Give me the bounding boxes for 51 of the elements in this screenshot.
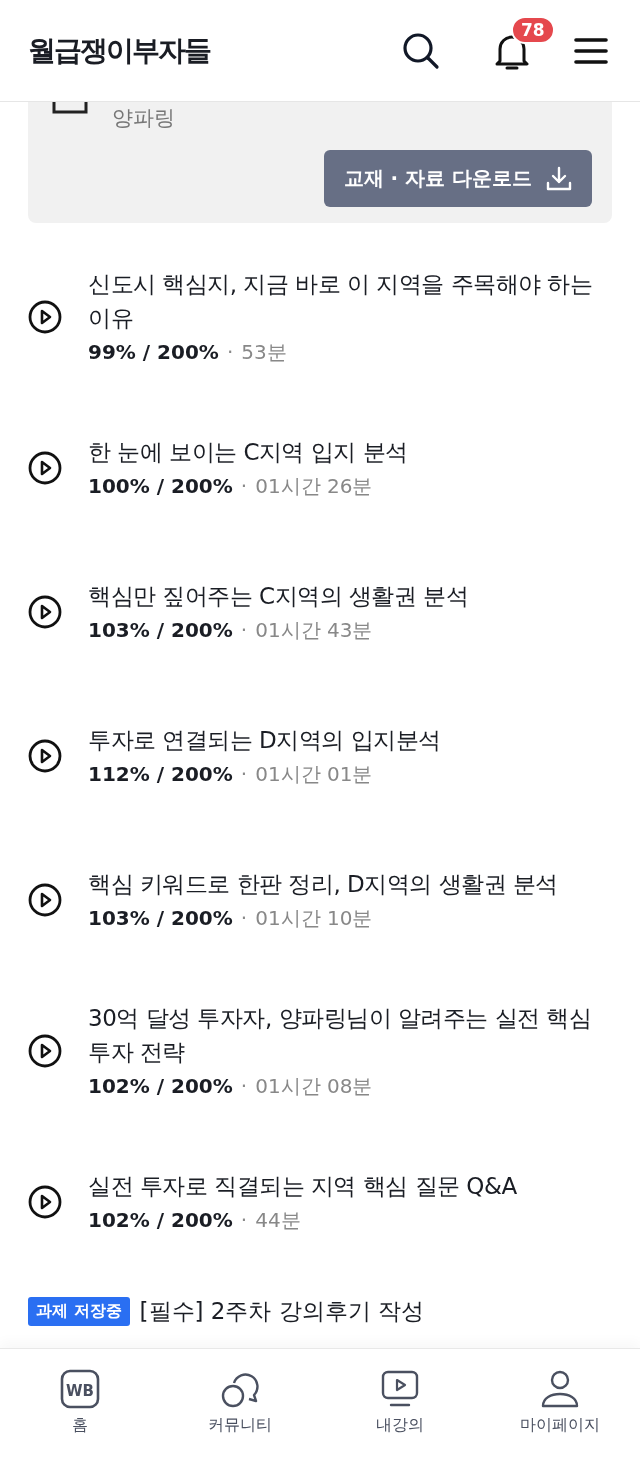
play-icon[interactable] — [28, 450, 62, 485]
search-icon[interactable] — [402, 31, 440, 70]
separator-dot: · — [240, 762, 248, 786]
progress-text: 102% / 200% — [88, 1074, 233, 1098]
download-icon — [546, 165, 572, 192]
nav-tab[interactable]: 마이페이지 — [480, 1369, 640, 1482]
progress-text: 100% / 200% — [88, 474, 233, 498]
menu-icon[interactable] — [574, 37, 608, 64]
progress-text: 102% / 200% — [88, 1208, 233, 1232]
progress-text: 103% / 200% — [88, 618, 233, 642]
logo-icon: WB — [60, 1369, 100, 1409]
video-play-icon — [380, 1369, 420, 1409]
nav-tab[interactable]: 내강의 — [320, 1369, 480, 1482]
notification-badge: 78 — [511, 15, 555, 44]
lecture-title[interactable]: 신도시 핵심지, 지금 바로 이 지역을 주목해야 하는 이유 — [88, 267, 612, 335]
duration-text: 01시간 43분 — [255, 617, 373, 644]
app-logo[interactable]: 월급쟁이부자들 — [28, 31, 402, 70]
person-icon — [540, 1369, 580, 1409]
play-icon[interactable] — [28, 594, 62, 629]
duration-text: 53분 — [241, 339, 287, 366]
separator-dot: · — [240, 906, 248, 930]
separator-dot: · — [240, 618, 248, 642]
nav-tab[interactable]: 커뮤니티 — [160, 1369, 320, 1482]
duration-text: 01시간 01분 — [255, 761, 373, 788]
duration-text: 44분 — [255, 1207, 301, 1234]
duration-text: 01시간 08분 — [255, 1073, 373, 1100]
play-icon[interactable] — [28, 738, 62, 773]
lecture-title[interactable]: 30억 달성 투자자, 양파링님이 알려주는 실전 핵심 투자 전략 — [88, 1001, 612, 1069]
separator-dot: · — [240, 474, 248, 498]
progress-text: 112% / 200% — [88, 762, 233, 786]
lecture-title[interactable]: 실전 투자로 직결되는 지역 핵심 질문 Q&A — [88, 1169, 612, 1203]
separator-dot: · — [240, 1208, 248, 1232]
lecture-title[interactable]: 핵심 키워드로 한판 정리, D지역의 생활권 분석 — [88, 867, 612, 901]
duration-text: 01시간 10분 — [255, 905, 373, 932]
separator-dot: · — [240, 1074, 248, 1098]
lecture-title[interactable]: 한 눈에 보이는 C지역 입지 분석 — [88, 435, 612, 469]
play-icon[interactable] — [28, 882, 62, 917]
lecture-title[interactable]: 투자로 연결되는 D지역의 입지분석 — [88, 723, 612, 757]
separator-dot: · — [226, 340, 234, 364]
progress-text: 99% / 200% — [88, 340, 219, 364]
duration-text: 01시간 26분 — [255, 473, 373, 500]
progress-text: 103% / 200% — [88, 906, 233, 930]
play-icon[interactable] — [28, 1184, 62, 1219]
nav-tab[interactable]: WB 홈 — [0, 1369, 160, 1482]
assignment-title[interactable]: [필수] 2주차 강의후기 작성 — [139, 1296, 425, 1327]
play-icon[interactable] — [28, 299, 62, 334]
download-button[interactable]: 교재 · 자료 다운로드 — [323, 150, 592, 207]
author-name: 양파링 — [112, 105, 175, 132]
play-icon[interactable] — [28, 1033, 62, 1068]
lecture-title[interactable]: 핵심만 짚어주는 C지역의 생활권 분석 — [88, 579, 612, 613]
status-badge: 과제 저장중 — [28, 1297, 130, 1326]
